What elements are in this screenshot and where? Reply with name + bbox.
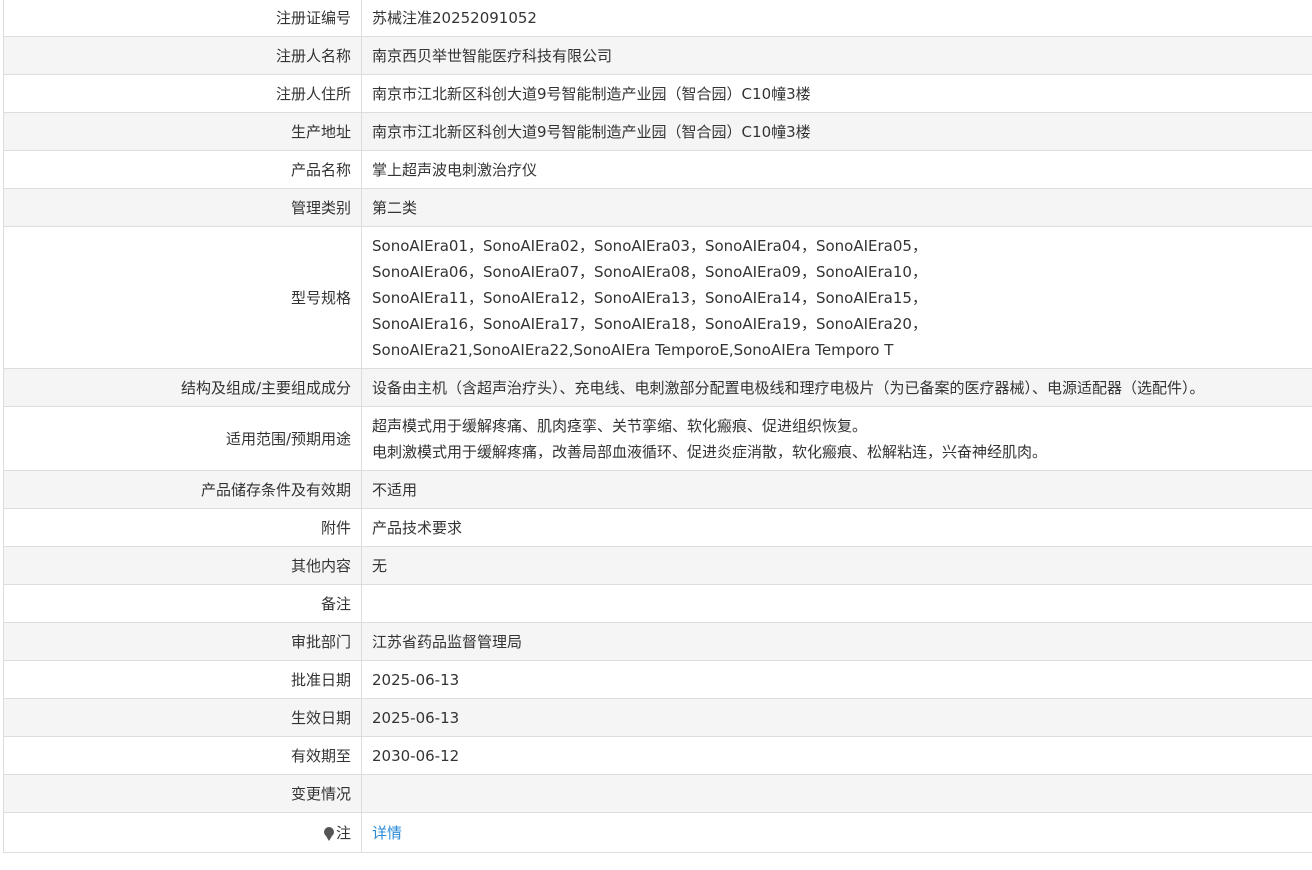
row-value: 苏械注准20252091052	[361, 0, 1312, 37]
row-value: 第二类	[361, 188, 1312, 227]
row-production-address: 生产地址 南京市江北新区科创大道9号智能制造产业园（智合园）C10幢3楼	[3, 112, 1312, 151]
row-registration-number: 注册证编号 苏械注准20252091052	[3, 0, 1312, 37]
intended-use-line: 电刺激模式用于缓解疼痛，改善局部血液循环、促进炎症消散，软化瘢痕、松解粘连，兴奋…	[372, 442, 1048, 461]
row-management-category: 管理类别 第二类	[3, 188, 1312, 227]
row-label: 附件	[3, 508, 362, 547]
row-intended-use: 适用范围/预期用途 超声模式用于缓解疼痛、肌肉痉挛、关节挛缩、软化瘢痕、促进组织…	[3, 406, 1312, 471]
row-valid-until: 有效期至 2030-06-12	[3, 736, 1312, 775]
model-spec-line: SonoAIEra11，SonoAIEra12，SonoAIEra13，Sono…	[372, 288, 927, 307]
row-label: 有效期至	[3, 736, 362, 775]
row-approval-date: 批准日期 2025-06-13	[3, 660, 1312, 699]
row-label: 注册人住所	[3, 74, 362, 113]
row-value: 无	[361, 546, 1312, 585]
lightbulb-icon	[323, 826, 334, 841]
row-effective-date: 生效日期 2025-06-13	[3, 698, 1312, 737]
row-label: 适用范围/预期用途	[3, 406, 362, 471]
row-value: 详情	[361, 812, 1312, 853]
row-value: SonoAIEra01，SonoAIEra02，SonoAIEra03，Sono…	[361, 226, 1312, 369]
row-product-name: 产品名称 掌上超声波电刺激治疗仪	[3, 150, 1312, 189]
row-label: 结构及组成/主要组成成分	[3, 368, 362, 407]
model-spec-line: SonoAIEra06，SonoAIEra07，SonoAIEra08，Sono…	[372, 262, 927, 281]
intended-use-line: 超声模式用于缓解疼痛、肌肉痉挛、关节挛缩、软化瘢痕、促进组织恢复。	[372, 416, 868, 435]
row-label: 审批部门	[3, 622, 362, 661]
row-value: 超声模式用于缓解疼痛、肌肉痉挛、关节挛缩、软化瘢痕、促进组织恢复。 电刺激模式用…	[361, 406, 1312, 471]
row-value: 2030-06-12	[361, 736, 1312, 775]
row-label: 管理类别	[3, 188, 362, 227]
row-label: 注	[3, 812, 362, 853]
row-value: 南京西贝举世智能医疗科技有限公司	[361, 36, 1312, 75]
registration-detail-table: 注册证编号 苏械注准20252091052 注册人名称 南京西贝举世智能医疗科技…	[3, 0, 1312, 853]
row-other-content: 其他内容 无	[3, 546, 1312, 585]
row-storage-validity: 产品储存条件及有效期 不适用	[3, 470, 1312, 509]
row-model-spec: 型号规格 SonoAIEra01，SonoAIEra02，SonoAIEra03…	[3, 226, 1312, 369]
row-value: 南京市江北新区科创大道9号智能制造产业园（智合园）C10幢3楼	[361, 74, 1312, 113]
row-label: 备注	[3, 584, 362, 623]
row-value: 2025-06-13	[361, 698, 1312, 737]
row-label: 型号规格	[3, 226, 362, 369]
row-label: 生产地址	[3, 112, 362, 151]
row-label: 批准日期	[3, 660, 362, 699]
row-value: 2025-06-13	[361, 660, 1312, 699]
model-spec-line: SonoAIEra01，SonoAIEra02，SonoAIEra03，Sono…	[372, 236, 927, 255]
row-registrant-address: 注册人住所 南京市江北新区科创大道9号智能制造产业园（智合园）C10幢3楼	[3, 74, 1312, 113]
row-label: 注册证编号	[3, 0, 362, 37]
row-change-status: 变更情况	[3, 774, 1312, 813]
row-value	[361, 774, 1312, 813]
row-value: 江苏省药品监督管理局	[361, 622, 1312, 661]
model-spec-line: SonoAIEra16，SonoAIEra17，SonoAIEra18，Sono…	[372, 314, 927, 333]
note-label: 注	[335, 823, 351, 842]
details-link[interactable]: 详情	[372, 824, 402, 842]
row-label: 注册人名称	[3, 36, 362, 75]
row-value: 掌上超声波电刺激治疗仪	[361, 150, 1312, 189]
row-value	[361, 584, 1312, 623]
row-registrant-name: 注册人名称 南京西贝举世智能医疗科技有限公司	[3, 36, 1312, 75]
row-label: 变更情况	[3, 774, 362, 813]
row-label: 生效日期	[3, 698, 362, 737]
model-spec-line: SonoAIEra21,SonoAIEra22,SonoAIEra Tempor…	[372, 340, 894, 359]
row-label: 产品储存条件及有效期	[3, 470, 362, 509]
row-value: 不适用	[361, 470, 1312, 509]
row-approval-department: 审批部门 江苏省药品监督管理局	[3, 622, 1312, 661]
row-structure-composition: 结构及组成/主要组成成分 设备由主机（含超声治疗头）、充电线、电刺激部分配置电极…	[3, 368, 1312, 407]
row-attachment: 附件 产品技术要求	[3, 508, 1312, 547]
row-label: 其他内容	[3, 546, 362, 585]
row-value: 设备由主机（含超声治疗头）、充电线、电刺激部分配置电极线和理疗电极片（为已备案的…	[361, 368, 1312, 407]
row-value: 产品技术要求	[361, 508, 1312, 547]
row-label: 产品名称	[3, 150, 362, 189]
row-value: 南京市江北新区科创大道9号智能制造产业园（智合园）C10幢3楼	[361, 112, 1312, 151]
row-remarks: 备注	[3, 584, 1312, 623]
row-note: 注 详情	[3, 812, 1312, 853]
